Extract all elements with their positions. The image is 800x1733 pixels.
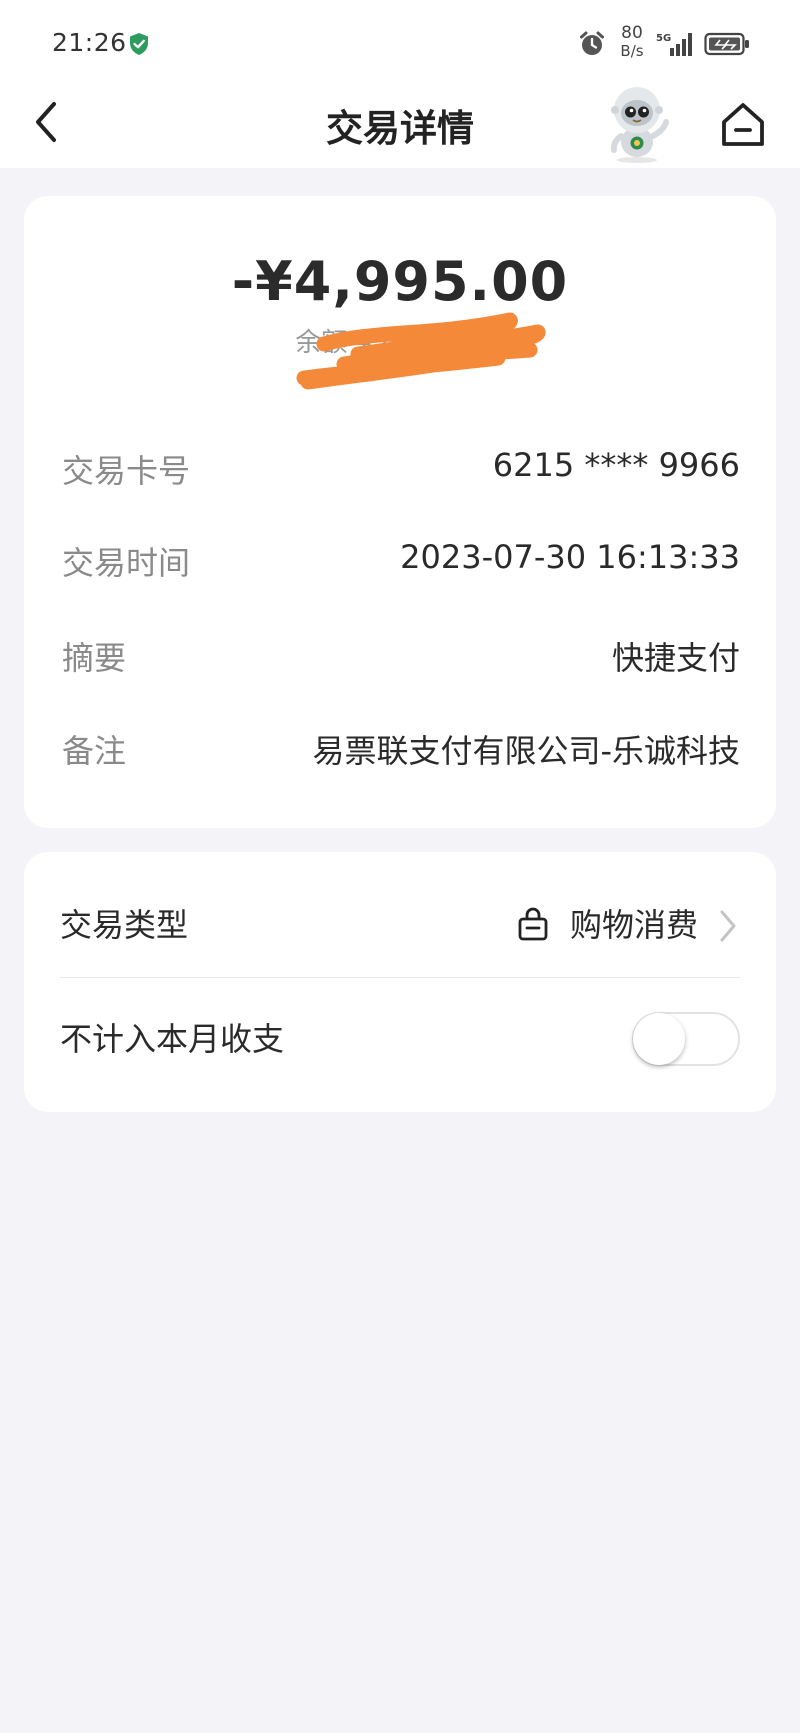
network-type: 5G: [656, 33, 671, 44]
transaction-detail-card: -¥4,995.00 余额 ¥54,829.10 交易卡号 6215 **** …: [24, 196, 776, 828]
network-speed: 80 B/s: [614, 24, 650, 60]
battery-icon: [704, 32, 749, 56]
network-speed-unit: B/s: [620, 42, 644, 60]
transaction-time-value: 2023-07-30 16:13:33: [400, 538, 740, 576]
exclude-from-monthly-toggle[interactable]: [632, 1012, 740, 1066]
shopping-bag-icon: [518, 907, 548, 941]
transaction-type-row[interactable]: 交易类型 购物消费: [60, 900, 740, 952]
alarm-icon: [580, 31, 604, 55]
home-button[interactable]: [718, 100, 768, 148]
summary-label: 摘要: [62, 639, 127, 677]
divider: [60, 977, 740, 978]
exclude-from-monthly-row: 不计入本月收支: [60, 1010, 740, 1070]
shield-check-icon: [130, 33, 148, 55]
card-number-value: 6215 **** 9966: [492, 446, 740, 484]
transaction-time-label: 交易时间: [62, 544, 191, 582]
summary-row: 摘要 快捷支付: [62, 633, 740, 683]
robot-mascot-icon[interactable]: [600, 84, 674, 164]
transaction-type-label: 交易类型: [60, 906, 189, 944]
toggle-knob: [633, 1013, 685, 1065]
remark-label: 备注: [62, 732, 127, 770]
card-number-label: 交易卡号: [62, 452, 191, 490]
status-time: 21:26: [52, 28, 127, 57]
chevron-right-icon: [720, 910, 736, 942]
transaction-time-row: 交易时间 2023-07-30 16:13:33: [62, 538, 740, 588]
summary-value: 快捷支付: [611, 639, 740, 677]
exclude-from-monthly-label: 不计入本月收支: [60, 1020, 285, 1058]
card-number-row: 交易卡号 6215 **** 9966: [62, 446, 740, 496]
redaction-scribble: [296, 312, 546, 390]
page-title: 交易详情: [326, 107, 474, 150]
network-speed-value: 80: [621, 23, 643, 43]
remark-row: 备注 易票联支付有限公司-乐诚科技: [62, 726, 740, 776]
category-card: 交易类型 购物消费 不计入本月收支: [24, 852, 776, 1112]
remark-value: 易票联支付有限公司-乐诚科技: [312, 732, 740, 770]
transaction-type-value: 购物消费: [569, 906, 698, 944]
signal-icon: 5G: [656, 33, 692, 56]
transaction-amount: -¥4,995.00: [231, 250, 569, 313]
